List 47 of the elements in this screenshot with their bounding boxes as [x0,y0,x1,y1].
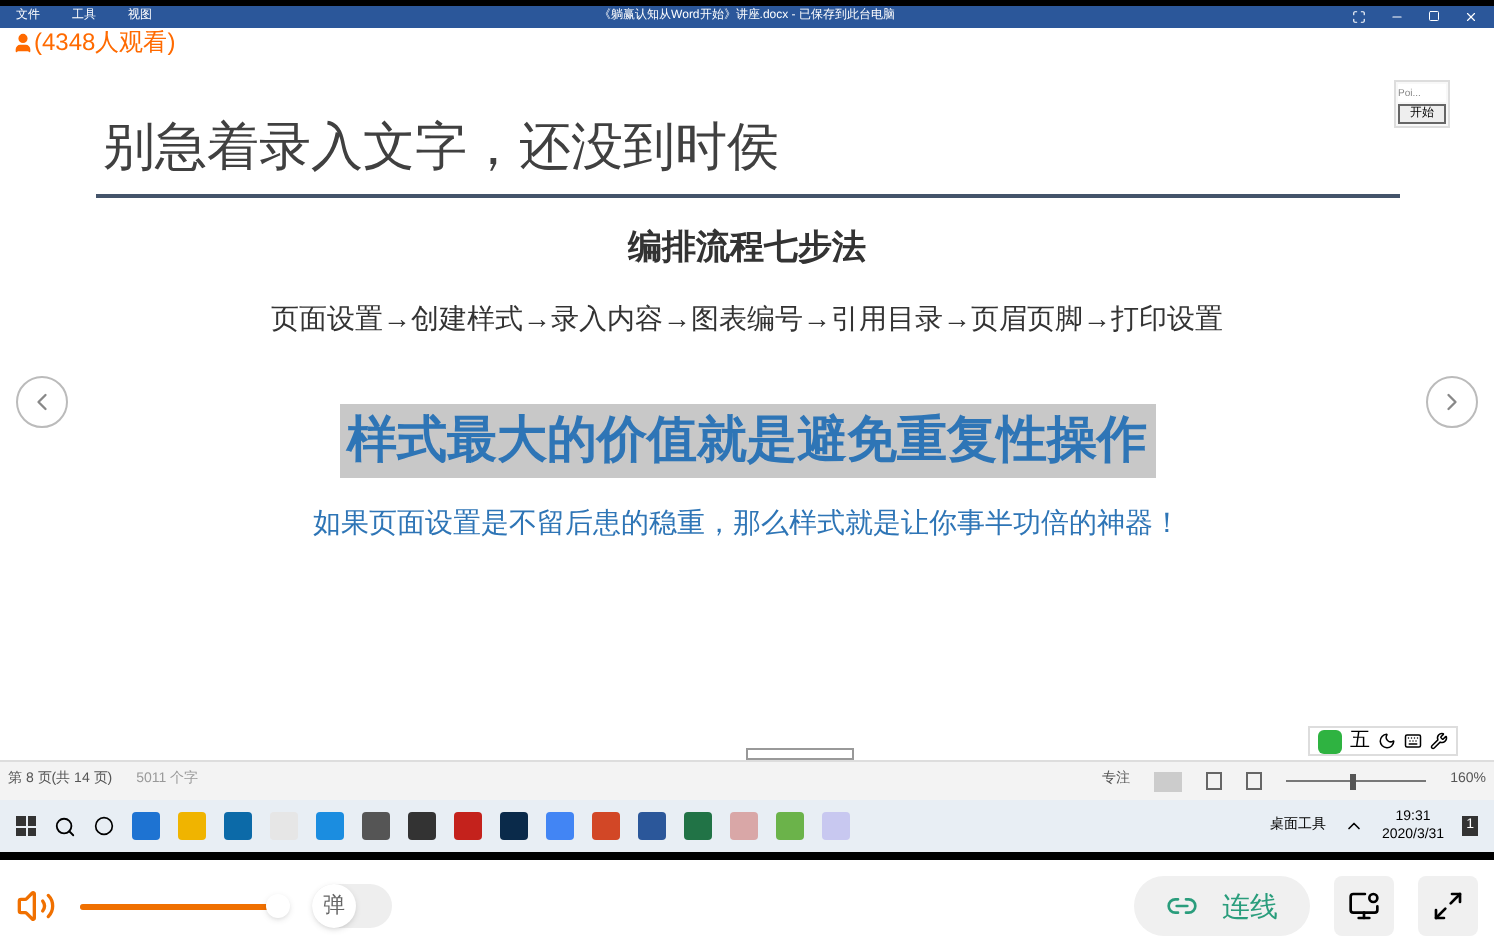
app-icon[interactable] [224,812,252,840]
previous-button[interactable] [16,376,68,428]
screen-button[interactable] [1334,876,1394,936]
app-icon[interactable] [592,812,620,840]
app-icon[interactable] [684,812,712,840]
note-text: 如果页面设置是不留后患的稳重，那么样式就是让你事半功倍的神器！ [313,504,1181,542]
user-icon [12,31,34,53]
app-icon[interactable] [454,812,482,840]
windows-start-icon[interactable] [16,816,36,836]
monitor-icon [1348,890,1380,922]
moon-icon[interactable] [1378,732,1396,750]
app-icon[interactable] [362,812,390,840]
danmaku-toggle[interactable]: 弹 [312,884,392,928]
app-icon[interactable] [638,812,666,840]
print-view-icon[interactable] [1206,772,1223,790]
volume-icon[interactable] [16,886,56,926]
minimize-icon[interactable] [1390,10,1404,24]
viewer-count: (4348人观看) [34,30,176,54]
volume-thumb[interactable] [265,894,290,918]
wrench-icon[interactable] [1430,732,1448,750]
fullscreen-icon[interactable] [1352,10,1366,24]
fullscreen-button[interactable] [1418,876,1478,936]
steps-text: 页面设置→创建样式→录入内容→图表编号→引用目录→页眉页脚→打印设置 [271,299,1223,337]
app-icon[interactable] [408,812,436,840]
app-icon[interactable] [730,812,758,840]
app-icon[interactable] [316,812,344,840]
app-icon[interactable] [546,812,574,840]
next-button[interactable] [1426,376,1478,428]
restore-icon[interactable] [1428,10,1440,22]
app-icon[interactable] [822,812,850,840]
app-icon[interactable] [776,812,804,840]
ime-mode: 五 [1350,728,1370,756]
app-icon[interactable] [178,812,206,840]
expand-icon [1432,890,1464,922]
zoom-slider[interactable] [1286,773,1427,789]
slide-subtitle: 编排流程七步法 [628,226,866,270]
ime-logo-icon [1318,729,1342,753]
highlight-text: 样式最大的价值就是避免重复性操作 [339,403,1155,478]
app-icon[interactable] [132,812,160,840]
close-icon[interactable] [1464,10,1478,24]
search-icon[interactable] [54,815,76,837]
volume-slider[interactable] [80,894,288,918]
slide-heading: 别急着录入文字，还没到时侯 [101,116,779,176]
circle-icon[interactable] [94,816,114,836]
keyboard-icon[interactable] [1404,732,1422,750]
web-view-icon[interactable] [1246,772,1263,790]
app-icon[interactable] [500,812,528,840]
